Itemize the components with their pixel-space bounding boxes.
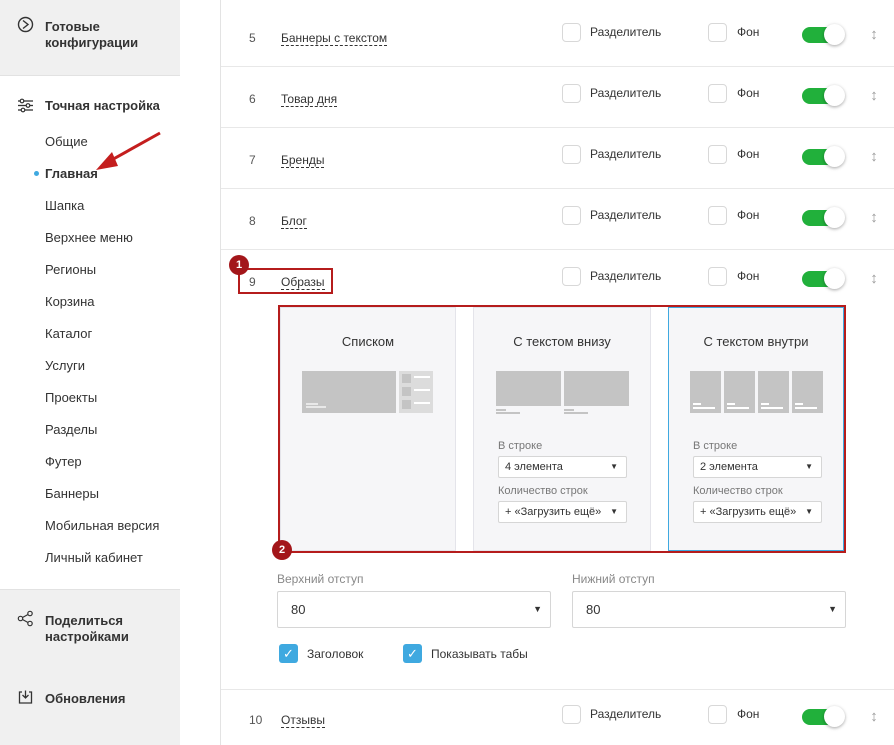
sidebar-item-account[interactable]: Личный кабинет [45, 550, 143, 565]
visibility-toggle[interactable] [802, 84, 846, 106]
drag-handle-icon[interactable]: ↕ [869, 24, 879, 46]
sidebar-item-banners[interactable]: Баннеры [45, 486, 99, 501]
background-label: Фон [737, 208, 760, 222]
drag-handle-icon[interactable]: ↕ [869, 85, 879, 107]
row-number: 8 [249, 214, 256, 228]
divider-checkbox[interactable] [562, 267, 581, 286]
block-row: 10 Отзывы Разделитель Фон ↕ [221, 690, 894, 745]
row-number: 5 [249, 31, 256, 45]
row-name[interactable]: Бренды [281, 153, 325, 168]
background-checkbox[interactable] [708, 267, 727, 286]
divider-label: Разделитель [590, 208, 662, 222]
divider-checkbox[interactable] [562, 23, 581, 42]
divider-checkbox[interactable] [562, 705, 581, 724]
annotation-box-2 [278, 305, 846, 553]
sidebar-item-top-menu[interactable]: Верхнее меню [45, 230, 133, 245]
block-row: 6 Товар дня Разделитель Фон ↕ [221, 67, 894, 128]
drag-handle-icon[interactable]: ↕ [869, 706, 879, 728]
annotation-badge-1: 1 [229, 255, 249, 275]
fine-tuning-label[interactable]: Точная настройка [45, 98, 160, 114]
sidebar-item-projects[interactable]: Проекты [45, 390, 97, 405]
divider-label: Разделитель [590, 86, 662, 100]
row-name[interactable]: Отзывы [281, 713, 325, 728]
visibility-toggle[interactable] [802, 145, 846, 167]
annotation-badge-2: 2 [272, 540, 292, 560]
sidebar-item-general[interactable]: Общие [45, 134, 88, 149]
show-tabs-label: Показывать табы [431, 647, 528, 661]
divider-label: Разделитель [590, 707, 662, 721]
active-dot [34, 171, 39, 176]
background-checkbox[interactable] [708, 206, 727, 225]
sidebar-item-services[interactable]: Услуги [45, 358, 85, 373]
visibility-toggle[interactable] [802, 705, 846, 727]
row-name[interactable]: Товар дня [281, 92, 338, 107]
show-tabs-checkbox[interactable]: ✓ [403, 644, 422, 663]
settings-sidebar: Готовые конфигурации Точная настройка Об… [0, 0, 221, 745]
block-row: 5 Баннеры с текстом Разделитель Фон ↕ [221, 6, 894, 67]
share-icon [17, 610, 33, 627]
share-label[interactable]: Поделиться настройками [45, 613, 155, 645]
visibility-toggle[interactable] [802, 206, 846, 228]
chevron-down-icon: ▼ [533, 604, 542, 614]
row-name[interactable]: Баннеры с текстом [281, 31, 388, 46]
updates-label[interactable]: Обновления [45, 691, 126, 707]
top-padding-select[interactable]: 80 ▼ [277, 591, 551, 628]
drag-handle-icon[interactable]: ↕ [869, 207, 879, 229]
row-name[interactable]: Блог [281, 214, 307, 229]
sidebar-item-main[interactable]: Главная [45, 166, 98, 181]
row-number: 6 [249, 92, 256, 106]
show-title-checkbox[interactable]: ✓ [279, 644, 298, 663]
background-checkbox[interactable] [708, 145, 727, 164]
block-row: 7 Бренды Разделитель Фон ↕ [221, 128, 894, 189]
background-label: Фон [737, 269, 760, 283]
ready-configs-label: Готовые конфигурации [45, 19, 139, 50]
divider-label: Разделитель [590, 147, 662, 161]
background-checkbox[interactable] [708, 23, 727, 42]
bottom-padding-select[interactable]: 80 ▼ [572, 591, 846, 628]
divider-label: Разделитель [590, 25, 662, 39]
ready-configs-block[interactable]: Готовые конфигурации [0, 0, 180, 76]
divider-checkbox[interactable] [562, 206, 581, 225]
block-row: 8 Блог Разделитель Фон ↕ [221, 189, 894, 250]
sidebar-item-regions[interactable]: Регионы [45, 262, 96, 277]
visibility-toggle[interactable] [802, 267, 846, 289]
updates-icon [18, 690, 33, 704]
sidebar-item-catalog[interactable]: Каталог [45, 326, 92, 341]
sidebar-item-cart[interactable]: Корзина [45, 294, 95, 309]
row-number: 10 [249, 713, 263, 727]
share-block: Поделиться настройками Обновления [0, 589, 180, 745]
background-label: Фон [737, 25, 760, 39]
sliders-icon [18, 98, 33, 113]
sidebar-item-header[interactable]: Шапка [45, 198, 84, 213]
sidebar-item-mobile[interactable]: Мобильная версия [45, 518, 159, 533]
bottom-padding-label: Нижний отступ [572, 572, 655, 586]
sidebar-item-footer[interactable]: Футер [45, 454, 82, 469]
background-label: Фон [737, 707, 760, 721]
top-padding-label: Верхний отступ [277, 572, 364, 586]
annotation-box-1 [238, 268, 333, 294]
configs-icon [17, 16, 34, 33]
background-checkbox[interactable] [708, 705, 727, 724]
background-label: Фон [737, 147, 760, 161]
drag-handle-icon[interactable]: ↕ [869, 146, 879, 168]
background-checkbox[interactable] [708, 84, 727, 103]
drag-handle-icon[interactable]: ↕ [869, 268, 879, 290]
sidebar-item-sections[interactable]: Разделы [45, 422, 97, 437]
show-title-label: Заголовок [307, 647, 364, 661]
row-number: 7 [249, 153, 256, 167]
visibility-toggle[interactable] [802, 23, 846, 45]
divider-checkbox[interactable] [562, 145, 581, 164]
divider-checkbox[interactable] [562, 84, 581, 103]
chevron-down-icon: ▼ [828, 604, 837, 614]
divider-label: Разделитель [590, 269, 662, 283]
background-label: Фон [737, 86, 760, 100]
